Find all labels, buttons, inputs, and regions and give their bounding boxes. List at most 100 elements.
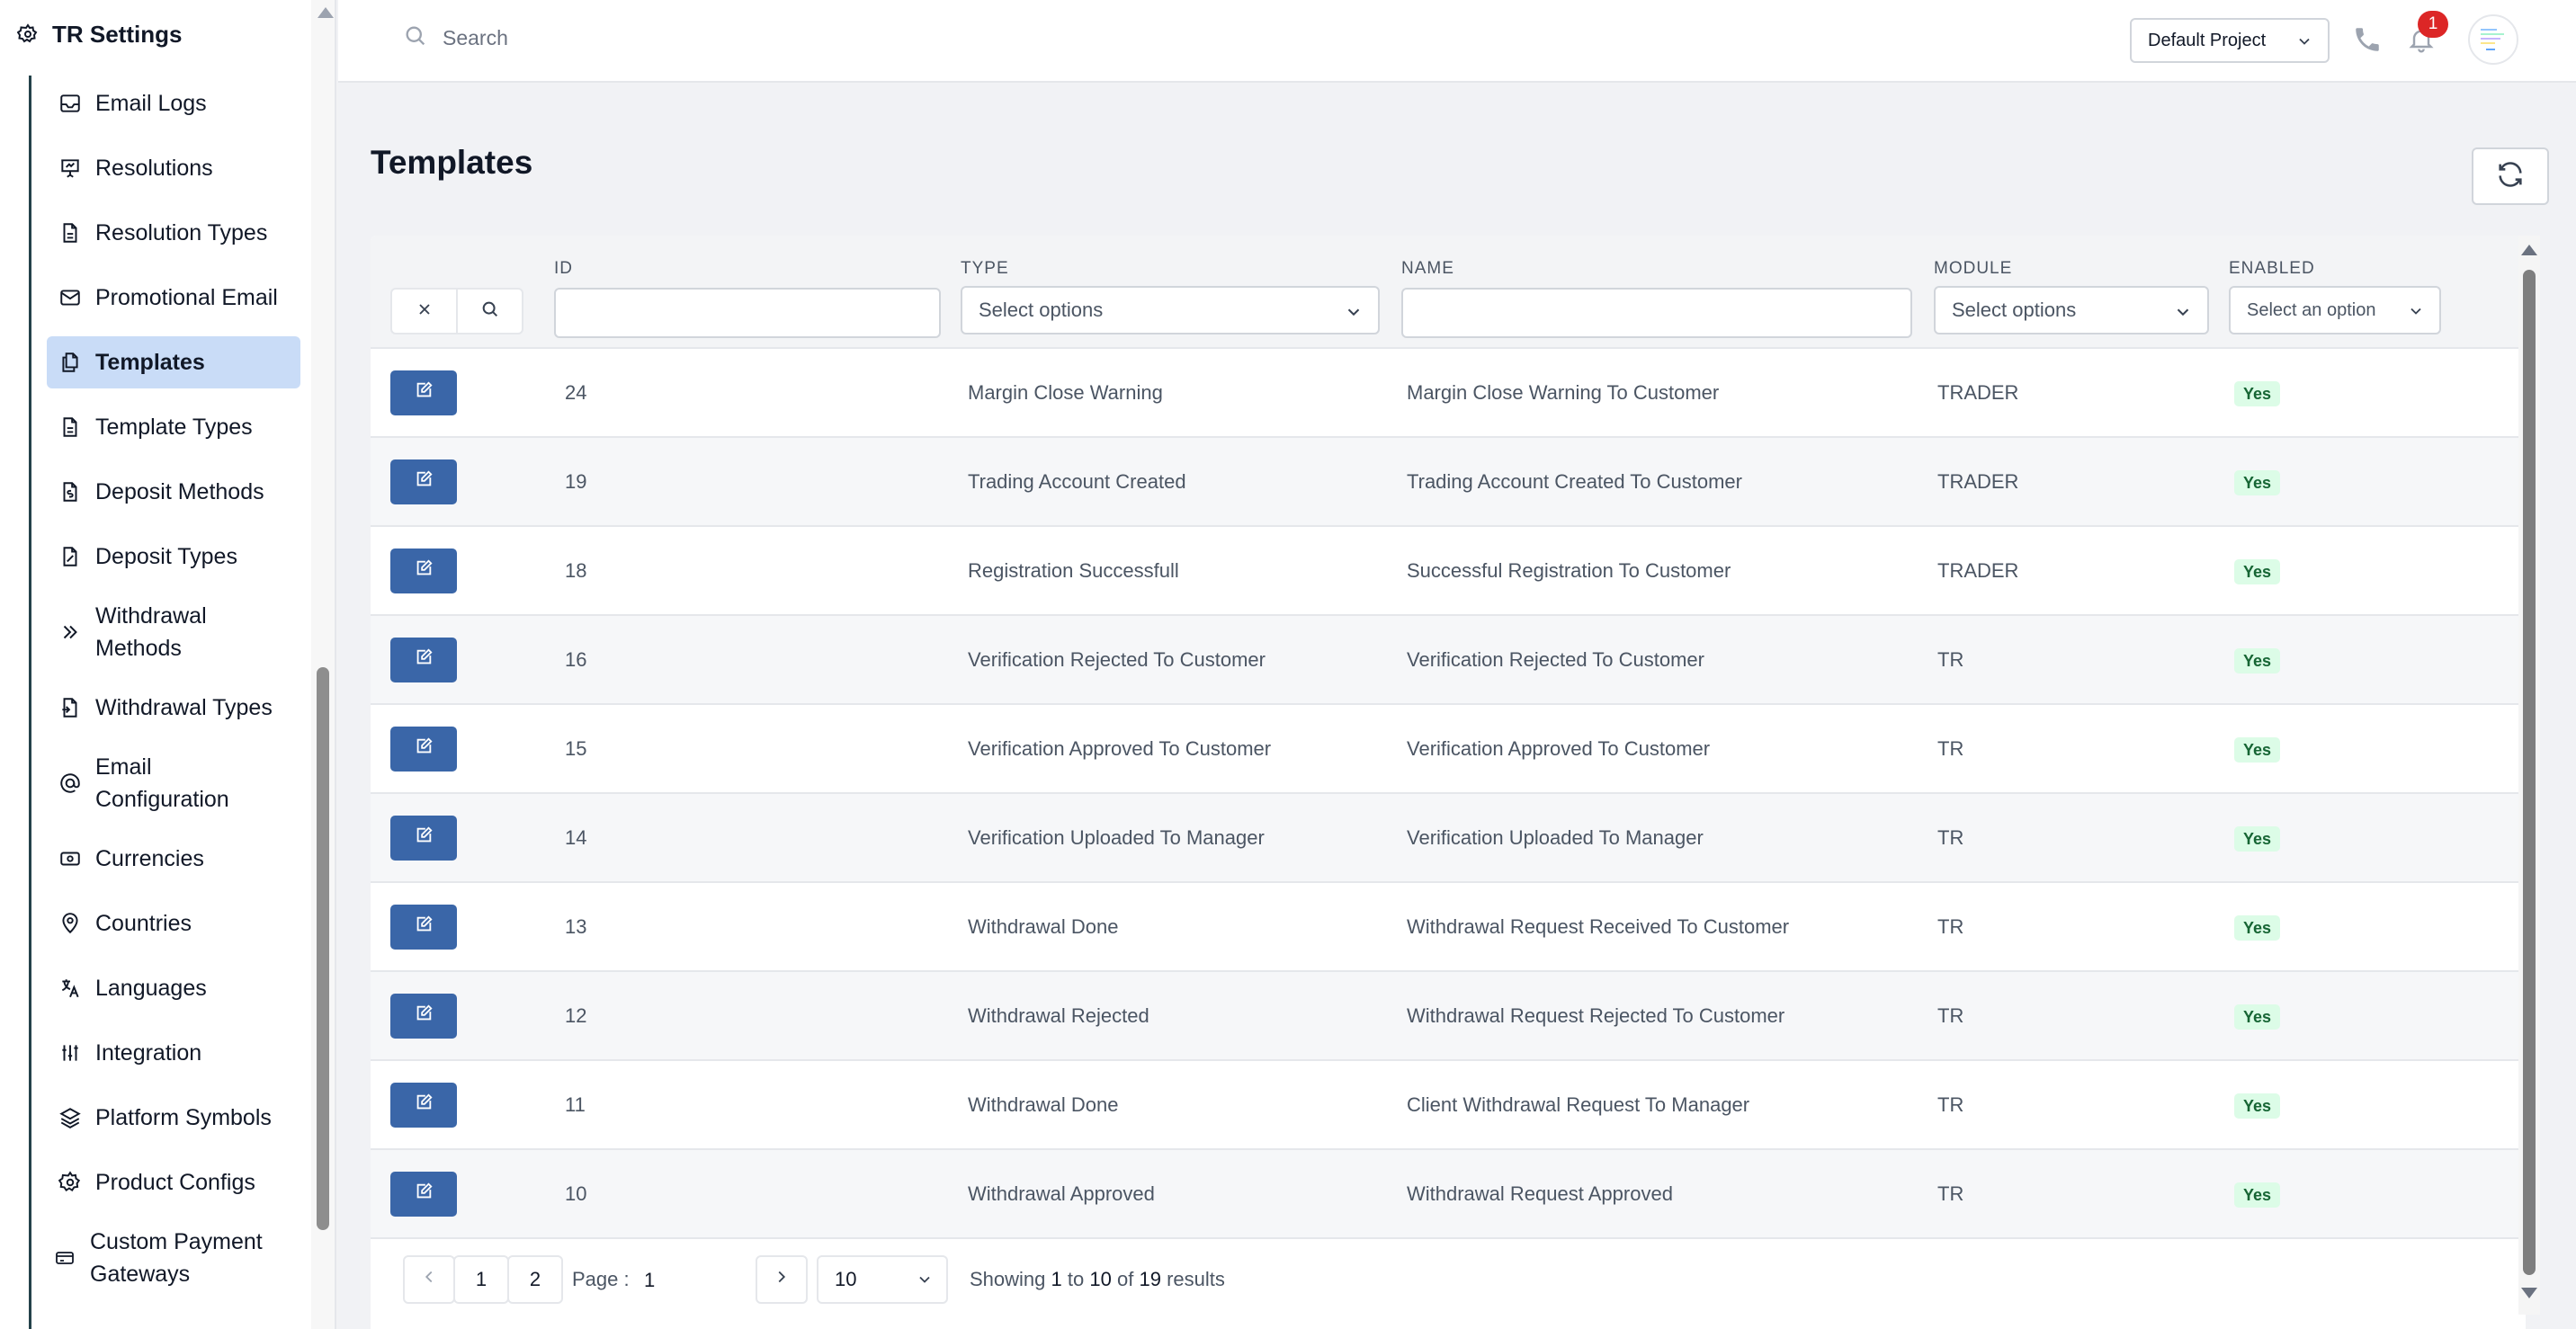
mail-icon bbox=[58, 285, 83, 310]
sidebar-item-resolution-types[interactable]: Resolution Types bbox=[47, 207, 300, 259]
refresh-icon bbox=[2495, 159, 2526, 194]
project-select[interactable]: Default Project bbox=[2130, 18, 2330, 63]
sidebar-item-custom-payment-gateways[interactable]: Custom Payment Gateways bbox=[47, 1221, 300, 1295]
cell-id: 16 bbox=[565, 648, 587, 671]
search-input[interactable] bbox=[443, 26, 892, 50]
edit-button[interactable] bbox=[390, 816, 457, 861]
edit-button[interactable] bbox=[390, 638, 457, 682]
sidebar-item-withdrawal-types[interactable]: Withdrawal Types bbox=[47, 682, 300, 734]
edit-button[interactable] bbox=[390, 459, 457, 504]
next-page-button[interactable] bbox=[756, 1255, 808, 1304]
cell-name: Margin Close Warning To Customer bbox=[1407, 381, 1720, 404]
sidebar-item-templates[interactable]: Templates bbox=[47, 336, 300, 388]
prev-page-button[interactable] bbox=[403, 1255, 455, 1304]
search-box[interactable] bbox=[403, 23, 892, 53]
type-filter-select[interactable]: Select options bbox=[961, 286, 1380, 334]
sidebar-item-resolutions[interactable]: Resolutions bbox=[47, 142, 300, 194]
enabled-filter-select[interactable]: Select an option bbox=[2229, 286, 2441, 334]
cell-name: Trading Account Created To Customer bbox=[1407, 470, 1742, 493]
sidebar-item-label: Promotional Email bbox=[95, 285, 278, 310]
table-row: 19 Trading Account Created Trading Account… bbox=[371, 438, 2526, 527]
sidebar-item-product-configs[interactable]: Product Configs bbox=[47, 1156, 300, 1209]
sidebar: TR Settings Email Logs Resolutions Resol… bbox=[0, 0, 336, 1329]
page-label: Page : bbox=[572, 1268, 630, 1290]
sidebar-item-email-logs[interactable]: Email Logs bbox=[47, 77, 300, 129]
cell-id: 18 bbox=[565, 559, 587, 582]
sidebar-title: TR Settings bbox=[52, 20, 183, 48]
sidebar-scrollbar[interactable] bbox=[311, 0, 335, 1329]
inbox-icon bbox=[58, 91, 83, 116]
page-button-1[interactable]: 1 bbox=[453, 1255, 509, 1304]
cell-module: TR bbox=[1937, 826, 1964, 849]
cell-module: TR bbox=[1937, 648, 1964, 671]
sidebar-item-label: Email Logs bbox=[95, 91, 207, 116]
table-row: 12 Withdrawal Rejected Withdrawal Request … bbox=[371, 972, 2526, 1061]
cell-id: 10 bbox=[565, 1182, 587, 1205]
sidebar-item-deposit-types[interactable]: Deposit Types bbox=[47, 531, 300, 583]
apply-filters-button[interactable] bbox=[458, 290, 522, 333]
scrollbar-thumb[interactable] bbox=[2523, 270, 2536, 1275]
sidebar-item-platform-symbols[interactable]: Platform Symbols bbox=[47, 1092, 300, 1144]
page-size-select[interactable]: 10 bbox=[817, 1255, 948, 1304]
cell-name: Verification Approved To Customer bbox=[1407, 737, 1711, 760]
sidebar-item-template-types[interactable]: Template Types bbox=[47, 401, 300, 453]
id-filter-input[interactable] bbox=[554, 288, 941, 338]
edit-button[interactable] bbox=[390, 549, 457, 593]
settings-icon bbox=[58, 1170, 83, 1195]
sidebar-item-countries[interactable]: Countries bbox=[47, 897, 300, 950]
status-badge: Yes bbox=[2234, 915, 2281, 941]
sidebar-item-label: Product Configs bbox=[95, 1170, 255, 1195]
scroll-up-icon[interactable] bbox=[2521, 245, 2537, 255]
edit-icon bbox=[414, 647, 434, 673]
edit-button[interactable] bbox=[390, 1083, 457, 1128]
avatar[interactable] bbox=[2468, 14, 2518, 65]
refresh-button[interactable] bbox=[2472, 147, 2549, 205]
page-button-2[interactable]: 2 bbox=[507, 1255, 563, 1304]
sidebar-item-withdrawal-methods[interactable]: Withdrawal Methods bbox=[47, 595, 300, 669]
sidebar-item-label: Deposit Methods bbox=[95, 479, 264, 504]
edit-button[interactable] bbox=[390, 1172, 457, 1217]
chevron-down-icon bbox=[2295, 32, 2313, 56]
scrollbar-thumb[interactable] bbox=[317, 667, 329, 1230]
edit-button[interactable] bbox=[390, 994, 457, 1039]
sidebar-item-integration[interactable]: Integration bbox=[47, 1027, 300, 1079]
cell-name: Successful Registration To Customer bbox=[1407, 559, 1731, 582]
edit-button[interactable] bbox=[390, 370, 457, 415]
chevron-down-icon bbox=[2407, 302, 2425, 326]
edit-button[interactable] bbox=[390, 905, 457, 950]
scroll-down-icon[interactable] bbox=[2521, 1288, 2537, 1298]
topbar: Default Project 1 bbox=[338, 0, 2576, 83]
table-row: 16 Verification Rejected To Customer Verif… bbox=[371, 616, 2526, 705]
chevron-down-icon bbox=[916, 1271, 934, 1294]
table-scrollbar[interactable] bbox=[2518, 236, 2540, 1315]
cell-type: Verification Rejected To Customer bbox=[968, 648, 1266, 671]
name-filter-input[interactable] bbox=[1401, 288, 1912, 338]
status-badge: Yes bbox=[2234, 470, 2281, 495]
sidebar-item-currencies[interactable]: Currencies bbox=[47, 833, 300, 885]
module-filter-select[interactable]: Select options bbox=[1934, 286, 2209, 334]
table-row: 15 Verification Approved To Customer Verif… bbox=[371, 705, 2526, 794]
column-header-module: MODULE bbox=[1934, 259, 2013, 278]
table-row: 18 Registration Successfull Successful Reg… bbox=[371, 527, 2526, 616]
page-number-input[interactable] bbox=[644, 1257, 752, 1304]
phone-icon[interactable] bbox=[2349, 22, 2385, 58]
edit-button[interactable] bbox=[390, 727, 457, 772]
cell-id: 14 bbox=[565, 826, 587, 849]
cell-id: 13 bbox=[565, 915, 587, 938]
results-summary: Showing 1 to 10 of 19 results bbox=[970, 1268, 1225, 1291]
close-icon bbox=[416, 300, 434, 323]
clear-filters-button[interactable] bbox=[392, 290, 458, 333]
sidebar-item-promotional-email[interactable]: Promotional Email bbox=[47, 272, 300, 324]
status-badge: Yes bbox=[2234, 381, 2281, 406]
templates-table: ID TYPE Select options NAME MODULE Selec… bbox=[371, 236, 2526, 1329]
page-size-value: 10 bbox=[835, 1268, 857, 1290]
sidebar-item-deposit-methods[interactable]: Deposit Methods bbox=[47, 466, 300, 518]
table-body: 24 Margin Close Warning Margin Close Warni… bbox=[371, 349, 2526, 1239]
file-export-icon bbox=[58, 695, 83, 720]
cell-type: Withdrawal Done bbox=[968, 915, 1119, 938]
cell-module: TRADER bbox=[1937, 559, 2019, 582]
sidebar-item-languages[interactable]: Languages bbox=[47, 962, 300, 1014]
scroll-up-icon[interactable] bbox=[318, 7, 334, 18]
sidebar-item-email-configuration[interactable]: Email Configuration bbox=[47, 746, 300, 820]
cell-name: Verification Rejected To Customer bbox=[1407, 648, 1704, 671]
